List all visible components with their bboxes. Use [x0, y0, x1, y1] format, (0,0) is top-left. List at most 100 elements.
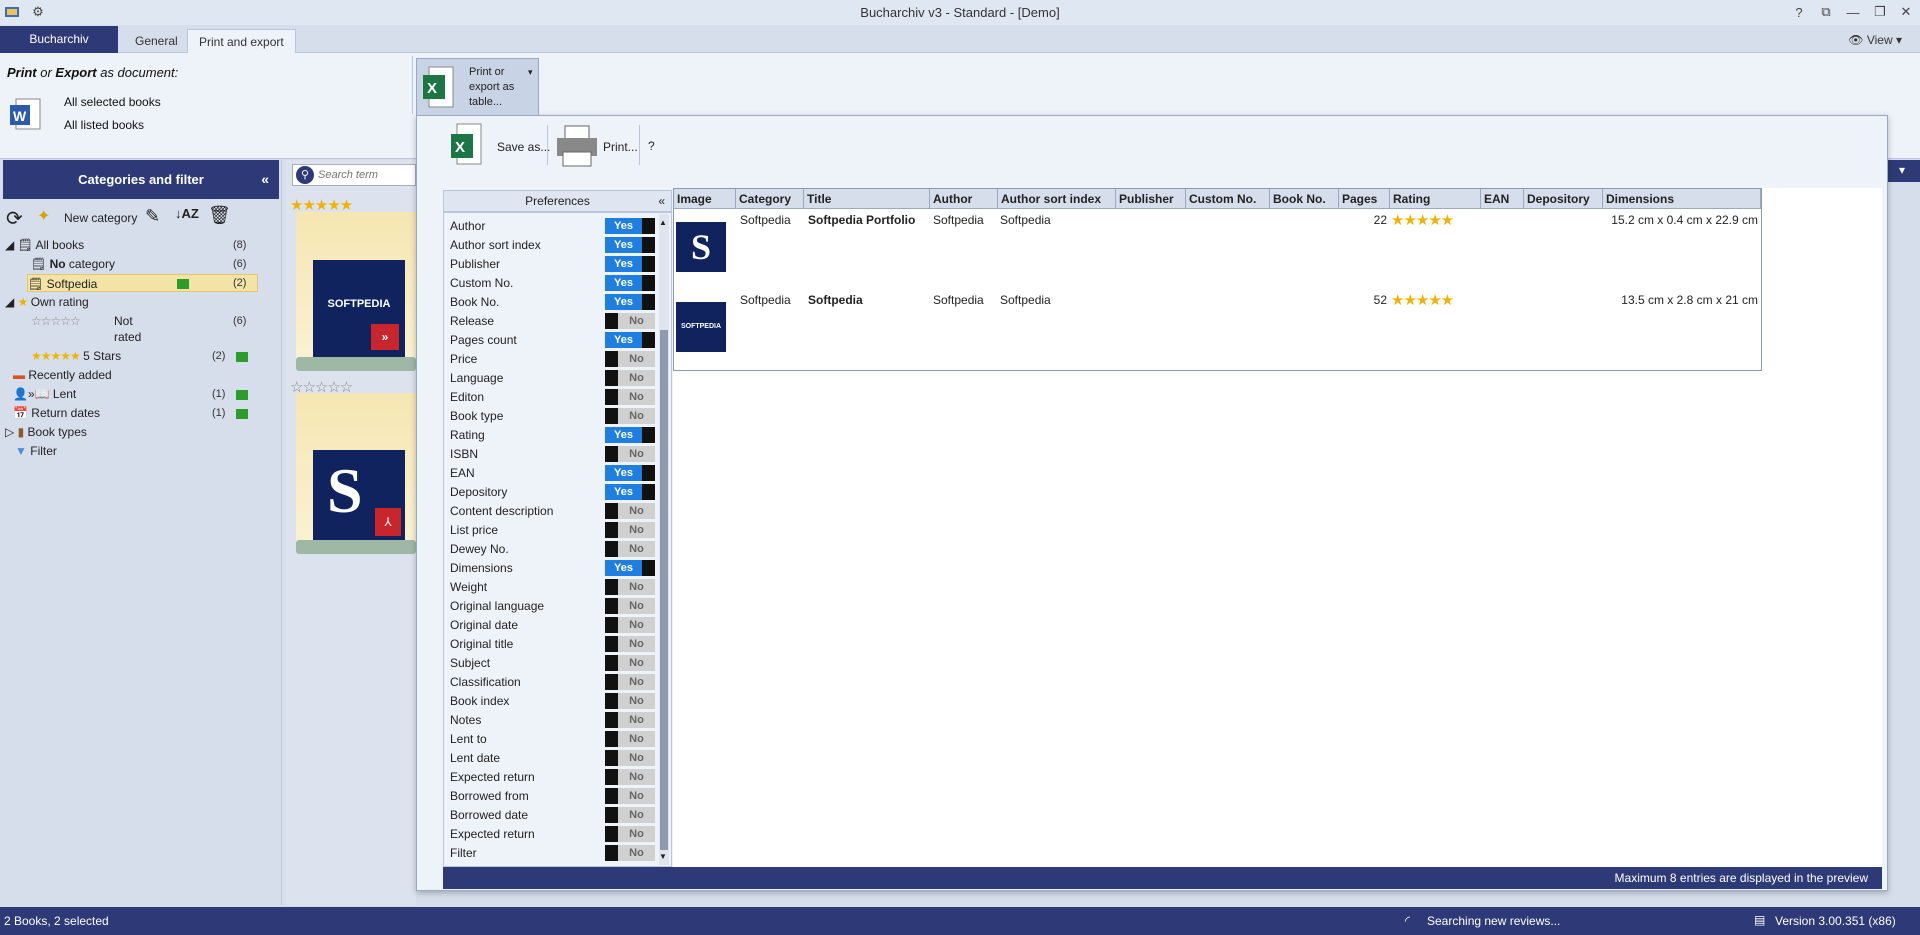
tree-return-dates[interactable]: 📅 Return dates — [13, 404, 100, 422]
table-row[interactable]: SOFTPEDIA Softpedia Softpedia Softpedia Soft… — [674, 290, 1761, 370]
column-header[interactable]: Publisher — [1116, 189, 1186, 209]
tree-all-books[interactable]: ◢ 🗒 All books — [5, 236, 84, 254]
preference-toggle[interactable]: No — [605, 446, 655, 462]
preference-toggle[interactable]: Yes — [605, 294, 655, 310]
tree-no-category[interactable]: 🗒 No category — [31, 255, 115, 273]
tree-book-types[interactable]: ▷ ▮ Book types — [5, 423, 87, 441]
print-export-table-button[interactable]: X Print or export as table... ▾ — [416, 58, 539, 116]
help-icon[interactable]: ? — [1789, 2, 1809, 22]
print-button[interactable]: Print... — [603, 140, 638, 154]
restore-ribbon-icon[interactable]: ⧉ — [1816, 2, 1836, 22]
view-button[interactable]: 👁 View ▾ — [1848, 33, 1902, 47]
dialog-help-button[interactable]: ? — [648, 139, 655, 153]
preference-toggle[interactable]: No — [605, 636, 655, 652]
preference-toggle[interactable]: Yes — [605, 218, 655, 234]
search-icon[interactable]: ⚲ — [296, 166, 314, 184]
preference-toggle[interactable]: No — [605, 655, 655, 671]
scroll-down-icon[interactable]: ▼ — [659, 852, 667, 861]
delete-trash-icon[interactable]: 🗑 — [208, 205, 231, 226]
preferences-header: Preferences « — [443, 190, 672, 212]
preference-toggle[interactable]: No — [605, 408, 655, 424]
sort-az-icon[interactable]: ↓AZ — [175, 206, 199, 221]
preference-toggle[interactable]: No — [605, 541, 655, 557]
preference-toggle[interactable]: No — [605, 522, 655, 538]
search-input[interactable] — [318, 166, 413, 184]
preference-toggle[interactable]: Yes — [605, 465, 655, 481]
column-header[interactable]: Pages — [1339, 189, 1390, 209]
tree-filter[interactable]: ▼ Filter — [15, 442, 57, 460]
preference-toggle[interactable]: No — [605, 351, 655, 367]
preference-toggle[interactable]: No — [605, 750, 655, 766]
tree-not-rated[interactable]: ☆☆☆☆☆ — [31, 312, 81, 330]
word-doc-icon[interactable]: W — [8, 97, 44, 136]
expand-icon[interactable]: ◢ — [5, 295, 14, 309]
preference-toggle[interactable]: Yes — [605, 256, 655, 272]
preference-toggle[interactable]: No — [605, 389, 655, 405]
tab-bucharchiv[interactable]: Bucharchiv — [0, 26, 118, 53]
edit-pencil-icon[interactable]: ✎ — [145, 206, 160, 227]
preference-toggle[interactable]: No — [605, 731, 655, 747]
cell-category: Softpedia — [740, 213, 791, 227]
column-header[interactable]: Category — [736, 189, 804, 209]
maximize-icon[interactable]: ❐ — [1870, 2, 1890, 22]
preference-toggle[interactable]: No — [605, 503, 655, 519]
preference-toggle[interactable]: No — [605, 313, 655, 329]
save-as-excel-icon[interactable]: X — [449, 122, 485, 169]
column-header[interactable]: Dimensions — [1603, 189, 1761, 209]
close-icon[interactable]: ✕ — [1896, 2, 1916, 22]
preference-toggle[interactable]: Yes — [605, 560, 655, 576]
tree-lent[interactable]: 👤»📖 Lent — [13, 385, 76, 403]
all-listed-books-item[interactable]: All listed books — [64, 118, 144, 132]
scroll-up-icon[interactable]: ▲ — [659, 218, 667, 227]
all-selected-books-item[interactable]: All selected books — [64, 95, 161, 109]
preference-toggle[interactable]: No — [605, 845, 655, 861]
preference-toggle[interactable]: No — [605, 693, 655, 709]
column-header[interactable]: Author sort index — [998, 189, 1116, 209]
preference-toggle[interactable]: No — [605, 826, 655, 842]
column-header[interactable]: Image — [674, 189, 736, 209]
minimize-icon[interactable]: — — [1843, 2, 1863, 22]
preference-toggle[interactable]: No — [605, 788, 655, 804]
preference-toggle[interactable]: No — [605, 598, 655, 614]
preference-toggle[interactable]: Yes — [605, 237, 655, 253]
printer-icon[interactable] — [553, 124, 601, 171]
tree-softpedia-selected[interactable]: 🗒 Softpedia — [27, 274, 258, 292]
column-header[interactable]: Title — [804, 189, 930, 209]
preference-toggle[interactable]: Yes — [605, 484, 655, 500]
preference-toggle[interactable]: Yes — [605, 427, 655, 443]
new-category-button[interactable]: New category — [64, 211, 137, 225]
column-header[interactable]: Author — [930, 189, 998, 209]
preference-toggle[interactable]: No — [605, 617, 655, 633]
tree-five-stars[interactable]: ★★★★★ 5 Stars — [31, 347, 121, 365]
preference-toggle[interactable]: No — [605, 807, 655, 823]
table-row[interactable]: S Softpedia Softpedia Portfolio Softpedia So… — [674, 210, 1761, 290]
right-dropdown[interactable]: ▾ — [1888, 160, 1920, 182]
column-header[interactable]: Book No. — [1270, 189, 1339, 209]
tab-print-export[interactable]: Print and export — [187, 29, 296, 54]
collapse-preferences-icon[interactable]: « — [658, 191, 665, 211]
new-category-icon[interactable]: ✦ — [37, 206, 50, 226]
tree-own-rating[interactable]: ◢ ★ Own rating — [5, 293, 89, 311]
search-box[interactable]: ⚲ — [292, 164, 416, 186]
column-header[interactable]: Rating — [1390, 189, 1481, 209]
collapse-panel-icon[interactable]: « — [261, 160, 269, 199]
preference-toggle[interactable]: No — [605, 579, 655, 595]
cover2-image[interactable]: S ⅄ — [313, 450, 405, 540]
preference-toggle[interactable]: No — [605, 712, 655, 728]
column-header[interactable]: EAN — [1481, 189, 1524, 209]
preference-toggle[interactable]: Yes — [605, 332, 655, 348]
preference-toggle[interactable]: No — [605, 370, 655, 386]
cover1-image[interactable]: SOFTPEDIA » — [313, 260, 405, 358]
preferences-scroll-thumb[interactable] — [660, 330, 668, 850]
refresh-icon[interactable]: ⟳ — [6, 206, 23, 231]
preference-toggle[interactable]: Yes — [605, 275, 655, 291]
save-as-button[interactable]: Save as... — [497, 140, 550, 154]
preference-toggle[interactable]: No — [605, 769, 655, 785]
expand-icon[interactable]: ◢ — [5, 238, 14, 252]
expand-icon[interactable]: ▷ — [5, 425, 14, 439]
column-header[interactable]: Custom No. — [1186, 189, 1270, 209]
tab-general[interactable]: General — [124, 29, 189, 54]
preference-toggle[interactable]: No — [605, 674, 655, 690]
tree-recently-added[interactable]: ▬ Recently added — [13, 366, 112, 384]
column-header[interactable]: Depository — [1524, 189, 1603, 209]
